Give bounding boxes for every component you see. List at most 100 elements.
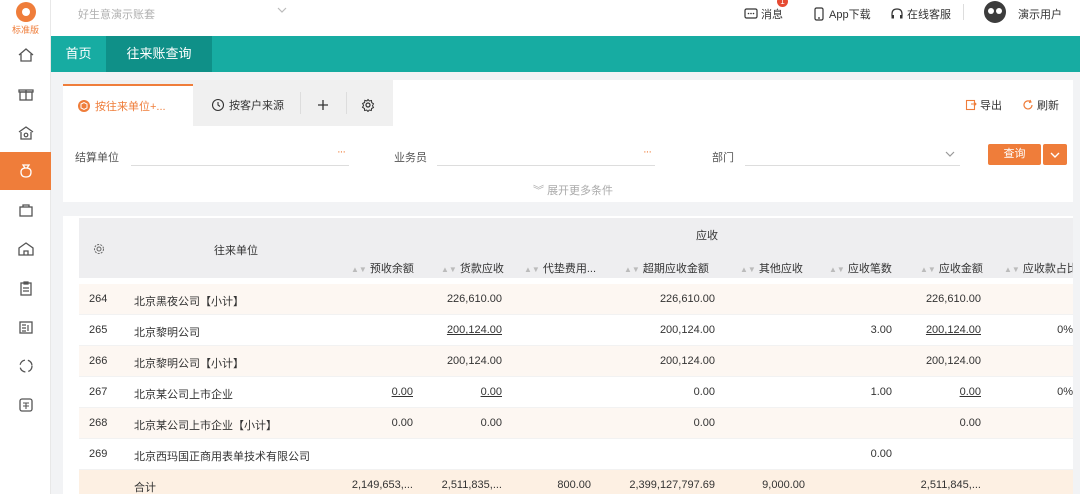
cell-c6: 0.00: [870, 448, 892, 460]
sidebar: 标准版: [0, 0, 51, 494]
cell-c1: 0.00: [391, 417, 413, 429]
chevron-down-icon: [945, 151, 955, 157]
dept-select[interactable]: [745, 146, 960, 166]
cell-c2: 0.00: [480, 417, 502, 429]
double-chevron-down-icon: ︾: [533, 185, 548, 197]
query-button[interactable]: 查询: [988, 144, 1041, 165]
sidebar-item-new[interactable]: [0, 386, 51, 424]
cell-c6: 3.00: [870, 324, 892, 336]
col-partner[interactable]: 往来单位: [214, 242, 258, 258]
sidebar-item-gift[interactable]: [0, 75, 51, 113]
sidebar-item-home[interactable]: [0, 36, 51, 74]
sidebar-item-cycle[interactable]: [0, 347, 51, 385]
sidebar-item-report[interactable]: [0, 308, 51, 346]
divider: [63, 202, 1073, 216]
cell-c2: 226,610.00: [446, 293, 502, 305]
cell-c7[interactable]: 200,124.00: [926, 324, 981, 336]
total-row: 合计 2,149,653,... 2,511,835,... 800.00 2,399,…: [79, 470, 1073, 494]
gift-icon: [17, 89, 34, 101]
plus-icon: [318, 100, 328, 110]
cell-c2[interactable]: 0.00: [481, 386, 502, 398]
tab-home[interactable]: 首页: [51, 36, 106, 72]
cell-c2[interactable]: 200,124.00: [447, 324, 502, 336]
user-name[interactable]: 演示用户: [1018, 6, 1062, 22]
phone-icon: [814, 7, 824, 21]
sidebar-item-finance[interactable]: [0, 152, 51, 190]
top-header: 好生意演示账套 消息 1 App下载 在线客服 演示用户: [51, 0, 1080, 36]
table-row[interactable]: 269 北京西玛国正商用表单技术有限公司 0.00: [79, 439, 1073, 470]
new-icon: [18, 398, 33, 412]
clipboard-icon: [19, 281, 32, 296]
tab-ledger-query[interactable]: 往来账查询: [106, 36, 212, 72]
tab-by-customer-source[interactable]: 按客户来源: [211, 84, 284, 126]
tab-by-partner[interactable]: 按往来单位+...: [63, 84, 193, 126]
table-header: 往来单位 应收 ▲▼ 预收余额 ▲▼ 货款应收 ▲▼ 代垫费用... ▲▼ 超期应收金额…: [79, 218, 1073, 278]
query-dropdown-button[interactable]: [1043, 144, 1067, 165]
salesman-input[interactable]: ···: [437, 146, 655, 166]
add-tab-button[interactable]: [316, 84, 334, 126]
column-settings-icon[interactable]: [93, 243, 105, 255]
cell-c4: 226,610.00: [659, 293, 715, 305]
total-c2: 2,511,835,...: [441, 479, 502, 491]
logo-icon: [15, 2, 36, 22]
settle-unit-input[interactable]: ···: [131, 146, 349, 166]
expand-label: 展开更多条件: [547, 185, 614, 197]
col-count[interactable]: ▲▼ 应收笔数: [829, 260, 892, 276]
more-icon[interactable]: ···: [643, 146, 652, 158]
group-header-receivable: 应收: [696, 230, 718, 242]
avatar[interactable]: [984, 1, 1006, 23]
refresh-button[interactable]: 刷新: [1022, 97, 1059, 113]
sidebar-item-clipboard[interactable]: [0, 269, 51, 307]
partner-name: 北京黎明公司: [134, 327, 200, 339]
sidebar-item-store[interactable]: [0, 114, 51, 152]
partner-name: 北京黎明公司【小计】: [134, 358, 244, 370]
cube-icon: [78, 100, 90, 112]
dept-label: 部门: [712, 152, 734, 164]
table-row[interactable]: 267 北京某公司上市企业 0.00 0.00 0.00 1.00 0.00 0%: [79, 377, 1073, 408]
table-row[interactable]: 266 北京黎明公司【小计】 200,124.00 200,124.00 200,124…: [79, 346, 1073, 377]
cell-c7[interactable]: 0.00: [960, 386, 981, 398]
table-row[interactable]: 265 北京黎明公司 200,124.00 200,124.00 3.00 200,124…: [79, 315, 1073, 346]
logo[interactable]: 标准版: [8, 2, 43, 36]
row-number: 267: [89, 386, 108, 398]
online-service-button[interactable]: 在线客服: [890, 6, 951, 22]
sidebar-item-warehouse[interactable]: [0, 230, 51, 268]
app-download-button[interactable]: App下载: [812, 6, 871, 22]
tab-settings-button[interactable]: [361, 84, 379, 126]
cell-c1[interactable]: 0.00: [392, 386, 413, 398]
messages-button[interactable]: 消息: [744, 6, 783, 22]
table-row[interactable]: 268 北京某公司上市企业【小计】 0.00 0.00 0.00 0.00: [79, 408, 1073, 439]
cell-c4: 0.00: [693, 417, 715, 429]
report-icon: [18, 321, 33, 334]
col-ratio[interactable]: ▲▼ 应收款占比: [1004, 260, 1073, 276]
cycle-icon: [18, 359, 33, 373]
col-advance[interactable]: ▲▼ 代垫费用...: [524, 260, 596, 276]
cell-c7: 0.00: [959, 417, 981, 429]
partner-name: 北京西玛国正商用表单技术有限公司: [134, 451, 310, 463]
messages-label: 消息: [761, 9, 783, 21]
row-number: 265: [89, 324, 108, 336]
expand-more-conditions[interactable]: ︾ 展开更多条件: [533, 182, 613, 198]
partner-name: 北京某公司上市企业: [134, 389, 233, 401]
col-overdue[interactable]: ▲▼ 超期应收金额: [624, 260, 709, 276]
table-row[interactable]: 264 北京黑夜公司【小计】 226,610.00 226,610.00 226,610…: [79, 284, 1073, 315]
export-button[interactable]: 导出: [965, 97, 1002, 113]
cell-c6: 1.00: [870, 386, 892, 398]
total-c3: 800.00: [557, 479, 591, 491]
chevron-down-icon[interactable]: [276, 4, 288, 16]
gear-icon: [361, 98, 375, 112]
col-amount[interactable]: ▲▼ 应收金额: [920, 260, 983, 276]
export-icon: [965, 99, 977, 111]
col-goods[interactable]: ▲▼ 货款应收: [441, 260, 504, 276]
sidebar-item-shopping[interactable]: [0, 191, 51, 229]
ledger-table: 往来单位 应收 ▲▼ 预收余额 ▲▼ 货款应收 ▲▼ 代垫费用... ▲▼ 超期应收金额…: [79, 218, 1073, 494]
account-selector[interactable]: 好生意演示账套: [78, 6, 155, 22]
headset-icon: [891, 8, 903, 19]
export-label: 导出: [980, 100, 1002, 112]
warehouse-icon: [17, 242, 34, 256]
cell-c4: 200,124.00: [659, 355, 715, 367]
more-icon[interactable]: ···: [337, 146, 346, 158]
logo-text: 标准版: [11, 25, 39, 35]
col-other[interactable]: ▲▼ 其他应收: [740, 260, 803, 276]
col-prepaid[interactable]: ▲▼ 预收余额: [351, 260, 414, 276]
